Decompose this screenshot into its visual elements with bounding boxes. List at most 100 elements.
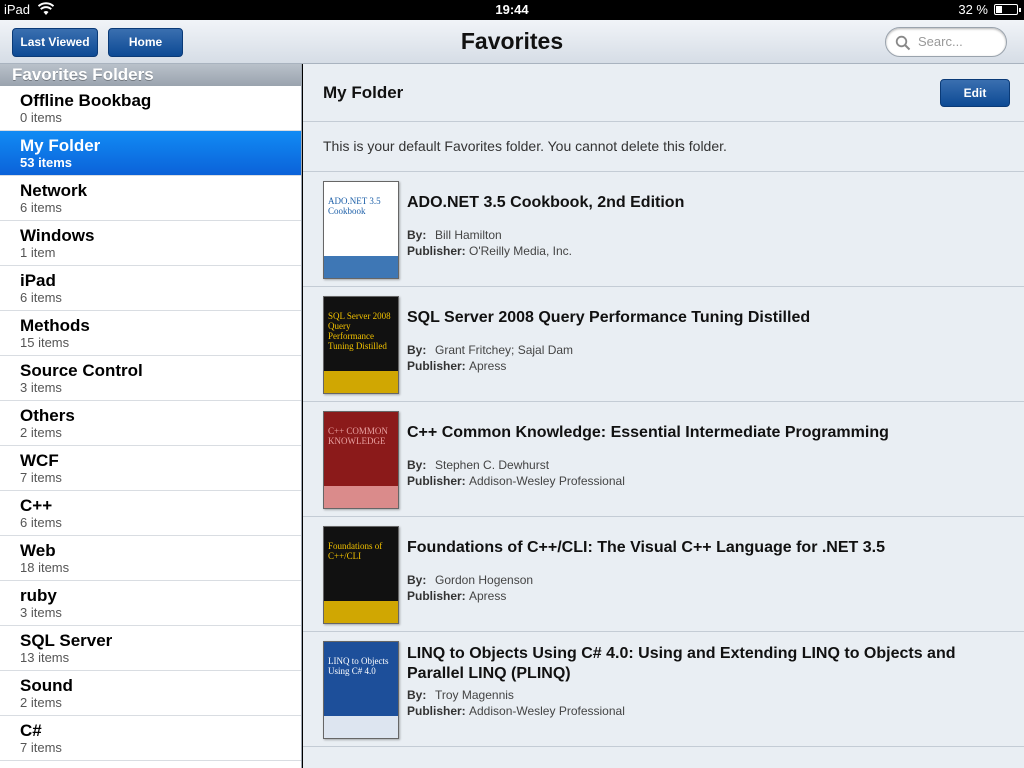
book-author-line: By: Stephen C. Dewhurst [407,458,549,472]
sidebar-folder-item[interactable]: Sound 2 items [0,671,301,716]
book-publisher: O'Reilly Media, Inc. [469,244,572,258]
publisher-label: Publisher: [407,589,466,603]
publisher-label: Publisher: [407,704,466,718]
book-title[interactable]: LINQ to Objects Using C# 4.0: Using and … [407,644,987,684]
author-label: By: [407,228,427,242]
search-icon [895,35,911,51]
book-cover-text: C++ COMMON KNOWLEDGE [328,426,388,446]
folder-item-count: 3 items [20,605,62,620]
search-field[interactable]: Searc... [885,27,1007,57]
book-title[interactable]: Foundations of C++/CLI: The Visual C++ L… [407,538,987,558]
folder-item-count: 18 items [20,560,70,575]
book-title[interactable]: SQL Server 2008 Query Performance Tuning… [407,308,987,328]
book-cover-image[interactable]: SQL Server 2008 Query Performance Tuning… [323,296,399,394]
folder-name: C++ [20,496,53,515]
book-cover-image[interactable]: C++ COMMON KNOWLEDGE [323,411,399,509]
search-placeholder: Searc... [918,34,963,49]
status-bar: iPad 19:44 32 % [0,0,1024,20]
sidebar-folder-item[interactable]: Source Control 3 items [0,356,301,401]
folder-name: Others [20,406,75,425]
book-author: Gordon Hogenson [435,573,534,587]
folder-item-count: 7 items [20,470,62,485]
folder-name: ruby [20,586,57,605]
folder-item-count: 13 items [20,650,70,665]
folder-item-count: 7 items [20,740,62,755]
favorites-folders-sidebar: Favorites Folders Offline Bookbag 0 items… [0,64,302,768]
sidebar-folder-item[interactable]: Others 2 items [0,401,301,446]
book-cover-text: ADO.NET 3.5 Cookbook [328,196,381,216]
book-publisher-line: Publisher: Apress [407,589,506,603]
book-cover-text: Foundations of C++/CLI [328,541,383,561]
folder-content: My Folder Edit This is your default Favo… [303,64,1024,768]
sidebar-folder-item[interactable]: SQL Server 13 items [0,626,301,671]
book-author-line: By: Grant Fritchey; Sajal Dam [407,343,573,357]
book-author-line: By: Troy Magennis [407,688,514,702]
folder-item-count: 53 items [20,155,73,170]
battery-level [996,6,1002,13]
edit-button[interactable]: Edit [940,79,1010,107]
navigation-bar: Last Viewed Home Favorites Searc... [0,20,1024,64]
book-publisher: Apress [469,359,507,373]
sidebar-folder-item[interactable]: WCF 7 items [0,446,301,491]
folder-list: Offline Bookbag 0 items My Folder 53 items N… [0,86,301,761]
book-publisher: Apress [469,589,507,603]
sidebar-folder-item[interactable]: iPad 6 items [0,266,301,311]
clock: 19:44 [495,2,529,17]
book-title[interactable]: ADO.NET 3.5 Cookbook, 2nd Edition [407,193,987,213]
battery-percentage: 32 % [958,2,988,17]
folder-item-count: 2 items [20,425,62,440]
book-publisher-line: Publisher: Apress [407,359,506,373]
author-label: By: [407,343,427,357]
publisher-label: Publisher: [407,474,466,488]
author-label: By: [407,688,427,702]
book-cover-text: LINQ to Objects Using C# 4.0 [328,656,389,676]
book-author-line: By: Bill Hamilton [407,228,502,242]
book-publisher: Addison-Wesley Professional [469,704,625,718]
folder-name: WCF [20,451,59,470]
sidebar-folder-item[interactable]: Network 6 items [0,176,301,221]
publisher-label: Publisher: [407,359,466,373]
book-publisher-line: Publisher: Addison-Wesley Professional [407,704,625,718]
sidebar-folder-item[interactable]: Web 18 items [0,536,301,581]
folder-item-count: 3 items [20,380,62,395]
book-author: Bill Hamilton [435,228,502,242]
book-title[interactable]: C++ Common Knowledge: Essential Intermed… [407,423,987,443]
book-cover-band [324,716,398,738]
sidebar-folder-item[interactable]: Methods 15 items [0,311,301,356]
folder-name: Network [20,181,88,200]
publisher-label: Publisher: [407,244,466,258]
sidebar-folder-item[interactable]: ruby 3 items [0,581,301,626]
book-row[interactable]: ADO.NET 3.5 Cookbook ADO.NET 3.5 Cookbook… [303,172,1024,287]
book-author: Grant Fritchey; Sajal Dam [435,343,574,357]
folder-name: Windows [20,226,95,245]
folder-item-count: 6 items [20,515,62,530]
sidebar-folder-item[interactable]: C++ 6 items [0,491,301,536]
book-author-line: By: Gordon Hogenson [407,573,533,587]
folder-item-count: 2 items [20,695,62,710]
book-row[interactable]: Foundations of C++/CLI Foundations of C++… [303,517,1024,632]
sidebar-header: Favorites Folders [0,64,301,86]
book-row[interactable]: SQL Server 2008 Query Performance Tuning… [303,287,1024,402]
folder-description: This is your default Favorites folder. Y… [303,122,1024,172]
folder-name: Web [20,541,56,560]
sidebar-folder-item[interactable]: My Folder 53 items [0,131,301,176]
folder-item-count: 0 items [20,110,62,125]
book-cover-text: SQL Server 2008 Query Performance Tuning… [328,311,391,351]
book-author: Stephen C. Dewhurst [435,458,550,472]
sidebar-folder-item[interactable]: Offline Bookbag 0 items [0,86,301,131]
folder-name: Methods [20,316,90,335]
book-cover-image[interactable]: ADO.NET 3.5 Cookbook [323,181,399,279]
book-cover-band [324,256,398,278]
book-cover-image[interactable]: Foundations of C++/CLI [323,526,399,624]
folder-name: Sound [20,676,73,695]
sidebar-folder-item[interactable]: Windows 1 item [0,221,301,266]
book-row[interactable]: C++ COMMON KNOWLEDGE C++ Common Knowledge… [303,402,1024,517]
book-cover-band [324,601,398,623]
folder-item-count: 1 item [20,245,56,260]
folder-item-count: 6 items [20,290,62,305]
book-cover-image[interactable]: LINQ to Objects Using C# 4.0 [323,641,399,739]
sidebar-folder-item[interactable]: C# 7 items [0,716,301,761]
book-row[interactable]: LINQ to Objects Using C# 4.0 LINQ to Obje… [303,632,1024,747]
folder-title: My Folder [323,83,404,102]
folder-name: Offline Bookbag [20,91,152,110]
